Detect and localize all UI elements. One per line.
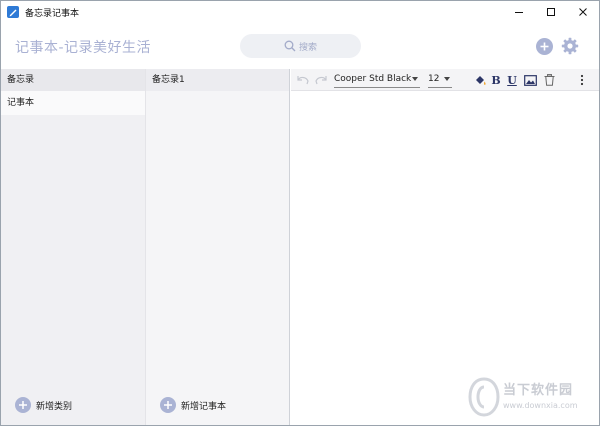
more-vertical-icon	[580, 74, 584, 86]
category-panel-header: 备忘录	[1, 69, 145, 91]
site-watermark: 当下软件园 www.downxia.com	[467, 377, 593, 417]
notes-panel-header: 备忘录1	[146, 69, 289, 91]
font-size-select[interactable]: 12	[428, 72, 452, 88]
watermark-text: 当下软件园	[503, 383, 574, 398]
search-box[interactable]: 搜索	[240, 34, 361, 58]
watermark-url: www.downxia.com	[503, 401, 578, 410]
app-header: 记事本-记录美好生活 搜索	[1, 23, 599, 69]
underline-icon: U	[507, 73, 517, 87]
font-family-value: Cooper Std Black	[334, 74, 412, 84]
add-note-button[interactable]	[536, 38, 553, 55]
chevron-down-icon	[444, 77, 450, 81]
add-category-button[interactable]: 新增类别	[15, 397, 72, 413]
redo-button[interactable]	[313, 72, 329, 88]
image-icon	[523, 74, 537, 86]
editor-toolbar: Cooper Std Black 12 B U	[291, 69, 599, 91]
category-panel: 备忘录 记事本 新增类别	[1, 69, 146, 425]
app-window: 备忘录记事本 记事本-记录美好生活 搜索 备忘录 记事本 新增类别 备忘录1 新…	[0, 0, 600, 426]
undo-icon	[297, 76, 309, 85]
add-category-label: 新增类别	[36, 401, 73, 412]
add-notebook-button[interactable]: 新增记事本	[160, 397, 226, 413]
plus-circle-icon	[15, 397, 31, 413]
note-editor-area[interactable]	[291, 91, 599, 425]
plus-circle-icon	[160, 397, 176, 413]
add-notebook-label: 新增记事本	[181, 401, 227, 412]
search-placeholder: 搜索	[298, 42, 317, 53]
app-pen-icon	[7, 6, 19, 18]
window-title: 备忘录记事本	[25, 8, 80, 19]
title-bar: 备忘录记事本	[1, 1, 599, 23]
notes-panel: 备忘录1 新增记事本	[146, 69, 290, 425]
plus-icon	[540, 42, 549, 51]
gear-icon	[561, 37, 579, 55]
insert-image-button[interactable]	[523, 72, 537, 88]
maximize-button[interactable]	[535, 1, 567, 23]
app-slogan: 记事本-记录美好生活	[15, 40, 152, 56]
delete-button[interactable]	[543, 72, 555, 88]
more-options-button[interactable]	[577, 72, 587, 88]
underline-button[interactable]: U	[506, 72, 518, 88]
undo-button[interactable]	[295, 72, 311, 88]
search-icon	[284, 40, 296, 52]
bold-icon: B	[491, 73, 501, 87]
watermark-logo-icon	[468, 377, 500, 417]
trash-icon	[544, 74, 554, 86]
close-button[interactable]	[567, 1, 599, 23]
minimize-icon	[515, 12, 523, 13]
paint-bucket-icon	[475, 75, 486, 85]
font-family-select[interactable]: Cooper Std Black	[334, 72, 420, 88]
font-size-value: 12	[428, 74, 440, 84]
editor-panel: Cooper Std Black 12 B U	[291, 69, 599, 425]
fill-color-button[interactable]	[473, 72, 487, 88]
chevron-down-icon	[412, 77, 418, 81]
maximize-icon	[547, 8, 555, 16]
category-item[interactable]: 记事本	[1, 91, 145, 115]
redo-icon	[315, 76, 327, 85]
close-icon	[579, 8, 587, 16]
minimize-button[interactable]	[503, 1, 535, 23]
bold-button[interactable]: B	[490, 72, 502, 88]
settings-button[interactable]	[561, 37, 579, 55]
